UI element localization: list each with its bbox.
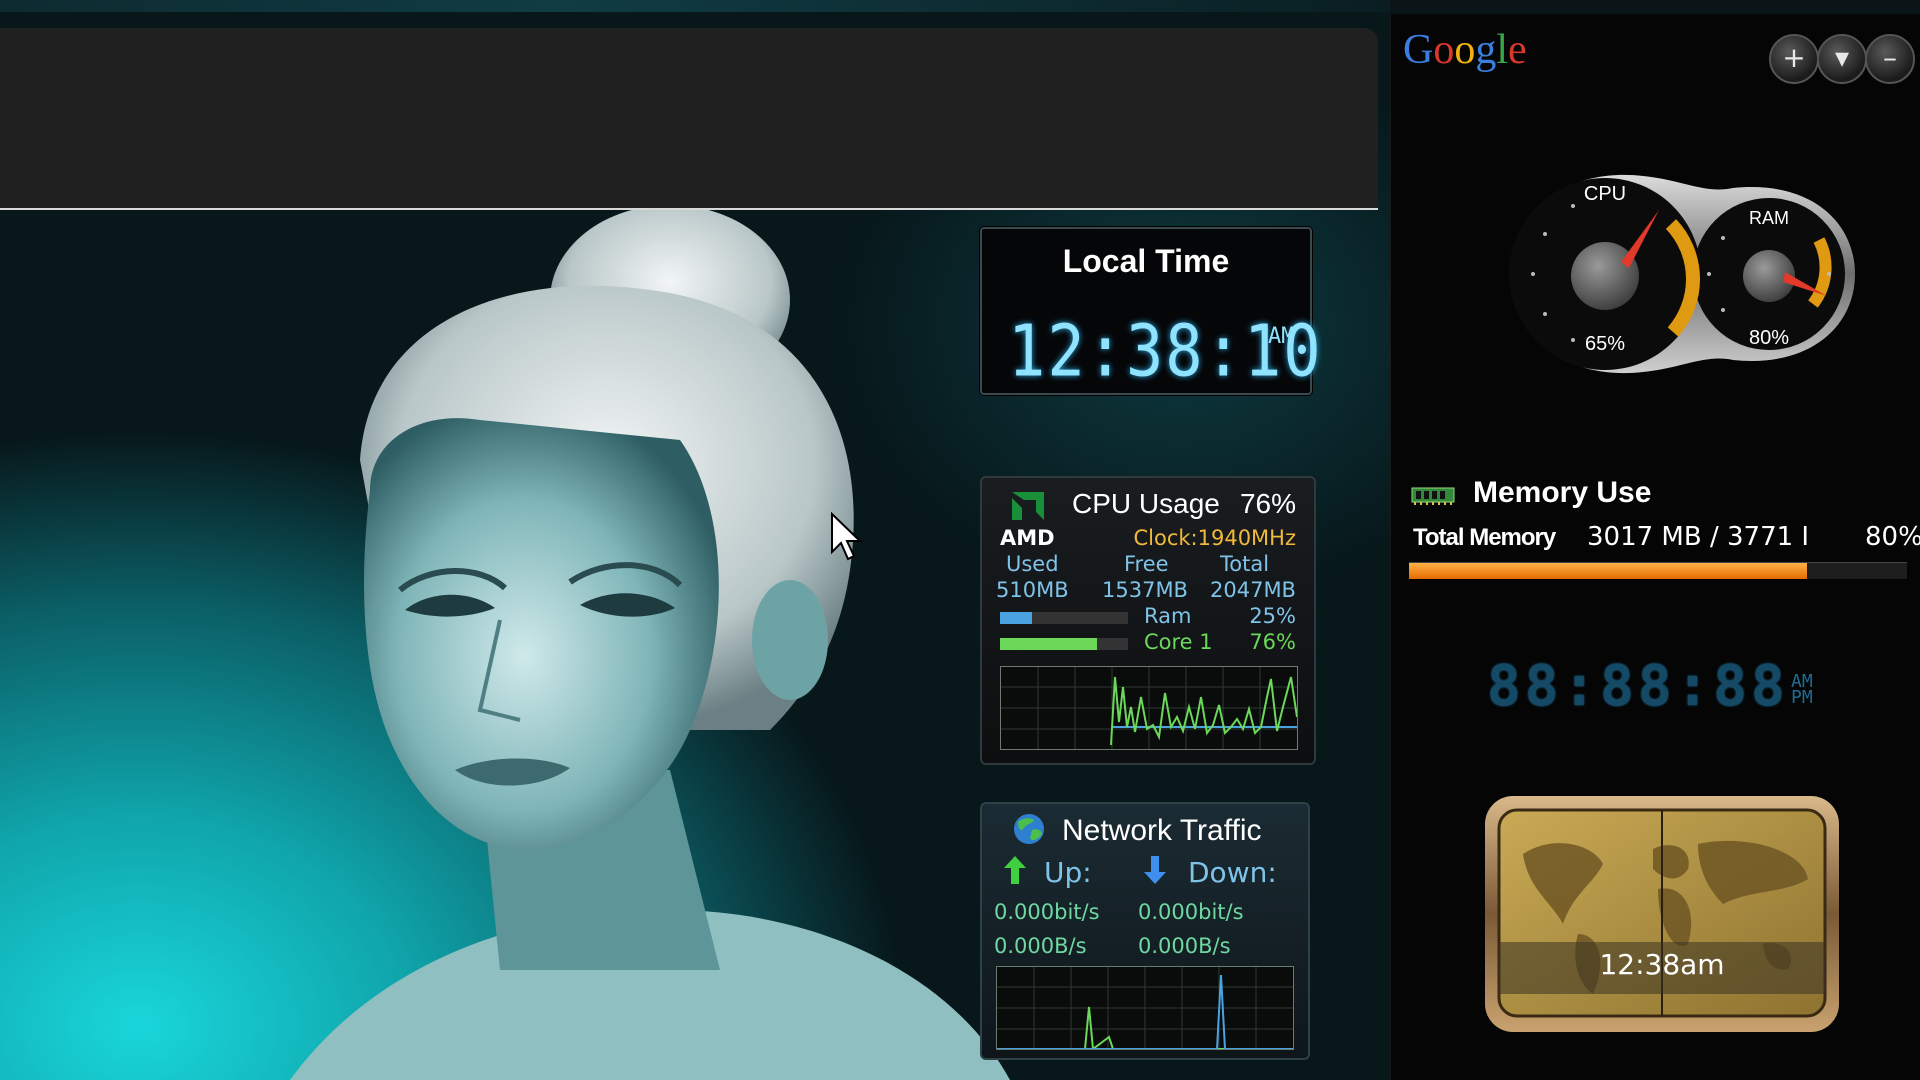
sidebar-clock-pm: PM [1791,687,1813,708]
memory-chip-icon [1411,487,1455,505]
memory-percent: 80% [1865,522,1920,552]
network-history-graph [996,966,1294,1050]
memory-usage-bar [1409,562,1907,579]
logo-letter: o [1454,27,1476,73]
logo-letter: l [1496,27,1509,73]
globe-icon [1014,814,1044,844]
download-bytes-rate: 0.000B/s [1138,934,1231,958]
local-time-gadget[interactable]: Local Time 12:38:10 AM [980,227,1321,395]
core-bar-label: Core 1 [1144,630,1213,654]
world-clock-gadget[interactable] [1483,794,1841,1034]
core-usage-bar [1000,638,1128,650]
logo-letter: G [1403,27,1434,73]
add-gadget-button[interactable]: + [1769,34,1819,84]
dark-window-panel[interactable] [0,28,1378,210]
total-value: 2047MB [1210,578,1296,602]
sidebar-menu-button[interactable]: ▾ [1817,34,1867,84]
taskbar-strip [0,0,1390,12]
google-desktop-sidebar: Google + ▾ – CPU 65% RAM 80% Memory Use … [1390,14,1920,1080]
upload-arrow-icon [1004,856,1026,884]
upload-label: Up: [1044,856,1092,889]
core-bar-percent: 76% [1249,630,1296,654]
total-memory-label: Total Memory [1413,524,1556,551]
gauge-ram-label: RAM [1749,208,1789,228]
local-time-ampm: AM [1268,324,1295,349]
core-usage-bar-fill [1000,638,1098,650]
local-time-digits: 12:38:10 [1008,309,1323,393]
total-header: Total [1220,552,1270,576]
local-time-title: Local Time [1062,243,1230,279]
gauge-cpu-value: 65% [1585,333,1625,355]
mouse-cursor-icon [831,512,863,561]
google-logo[interactable]: Google [1403,26,1527,74]
used-header: Used [1006,552,1059,576]
free-header: Free [1124,552,1169,576]
upload-bytes-rate: 0.000B/s [994,934,1087,958]
sidebar-clock-ampm: AM PM [1791,673,1813,708]
logo-letter: o [1433,27,1455,73]
ram-usage-bar [1000,612,1128,624]
download-arrow-icon [1144,856,1166,884]
sidebar-digital-clock[interactable]: 88:88:88 [1487,654,1789,719]
ram-usage-bar-fill [1000,612,1032,624]
network-traffic-title: Network Traffic [1062,814,1262,847]
cpu-clock-speed: Clock:1940MHz [1133,526,1296,550]
cpu-ram-gauge[interactable]: CPU 65% RAM 80% [1483,154,1863,404]
amd-brand-label: AMD [1000,526,1055,550]
ram-bar-percent: 25% [1249,604,1296,628]
logo-letter: e [1508,27,1527,73]
minimize-sidebar-button[interactable]: – [1865,34,1915,84]
memory-values: 3017 MB / 3771 I [1587,522,1810,552]
wallpaper-portrait [290,210,1010,1080]
gauge-cpu-label: CPU [1584,183,1626,205]
memory-use-title: Memory Use [1473,476,1652,509]
ram-bar-label: Ram [1144,604,1192,628]
cpu-usage-percent: 76% [1239,488,1296,519]
cpu-history-graph [1000,666,1298,750]
upload-bits-rate: 0.000bit/s [994,900,1100,924]
world-clock-time: 12:38am [1599,948,1725,981]
cpu-usage-title: CPU Usage [1072,488,1220,519]
amd-logo-icon [1012,492,1044,520]
download-bits-rate: 0.000bit/s [1138,900,1244,924]
download-label: Down: [1188,856,1277,889]
cpu-usage-gadget[interactable]: AMD CPU Usage 76% Clock:1940MHz Used Fre… [980,476,1316,765]
free-value: 1537MB [1102,578,1188,602]
network-traffic-gadget[interactable]: Network Traffic Up: Down: 0.000bit/s 0.0… [980,802,1310,1060]
memory-usage-bar-fill [1409,563,1808,579]
used-value: 510MB [996,578,1069,602]
gauge-ram-value: 80% [1749,327,1789,349]
logo-letter: g [1475,27,1497,73]
